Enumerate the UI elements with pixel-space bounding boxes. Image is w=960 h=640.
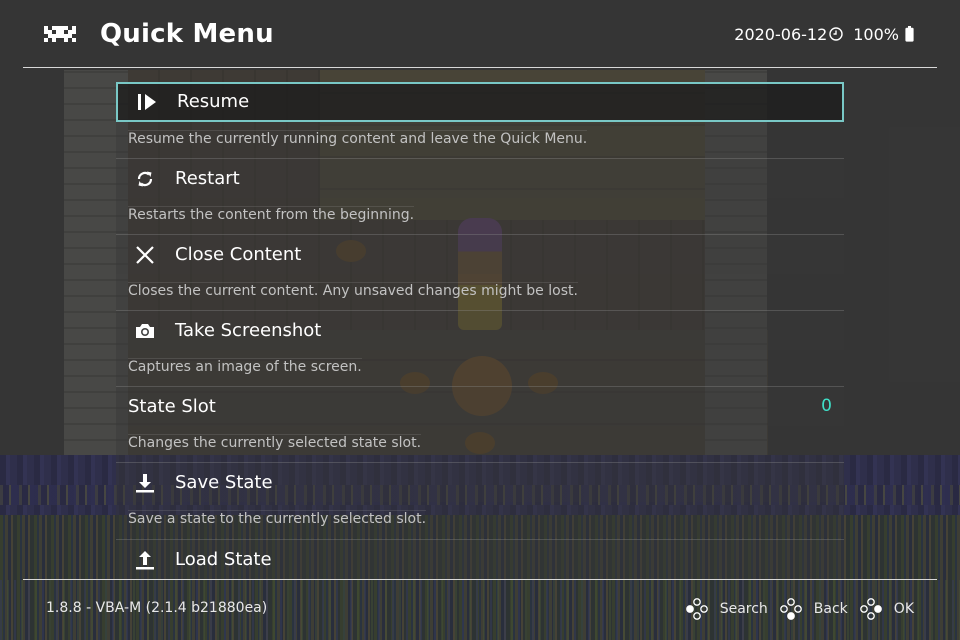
- menu-item-close-content[interactable]: Close Content Closes the current content…: [116, 234, 844, 310]
- menu-row[interactable]: Close Content: [116, 234, 844, 274]
- hint-label: Search: [719, 601, 768, 617]
- date-text: 2020-06-12: [734, 24, 828, 44]
- state-slot-value[interactable]: 0: [821, 396, 832, 416]
- menu-item-label: Resume: [177, 91, 250, 112]
- menu-item-restart[interactable]: Restart Restarts the content from the be…: [116, 158, 844, 234]
- menu-item-description: Changes the currently selected state slo…: [128, 434, 422, 451]
- menu-row-selected[interactable]: Resume: [116, 82, 844, 122]
- menu-row[interactable]: State Slot 0: [116, 386, 844, 426]
- menu-row[interactable]: Restart: [116, 158, 844, 198]
- menu-item-load-state[interactable]: Load State: [116, 539, 844, 579]
- menu-item-label: Load State: [175, 548, 272, 570]
- menu-item-description: Save a state to the currently selected s…: [128, 510, 427, 527]
- camera-icon: [134, 320, 156, 342]
- menu-item-take-screenshot[interactable]: Take Screenshot Captures an image of the…: [116, 310, 844, 386]
- hint-ok[interactable]: OK: [859, 598, 914, 620]
- menu-item-label: Restart: [175, 167, 240, 189]
- page-title: Quick Menu: [100, 19, 274, 49]
- retroarch-invader-logo: [44, 26, 76, 42]
- gamepad-buttons-icon: [859, 598, 882, 620]
- button-hints: Search Back OK: [674, 598, 914, 620]
- upload-icon: [134, 549, 156, 571]
- menu-item-description: Resume the currently running content and…: [128, 130, 588, 147]
- hint-back[interactable]: Back: [779, 598, 848, 620]
- header-divider: [23, 67, 937, 68]
- hint-label: OK: [893, 601, 914, 617]
- menu-item-label: Take Screenshot: [175, 319, 322, 341]
- menu-row[interactable]: Save State: [116, 462, 844, 502]
- footer-bar: 1.8.8 - VBA-M (2.1.4 b21880ea) Search Ba…: [0, 580, 960, 640]
- gamepad-buttons-icon: [685, 598, 708, 620]
- menu-row[interactable]: Load State: [116, 539, 844, 579]
- menu-item-resume[interactable]: Resume Resume the currently running cont…: [116, 82, 844, 158]
- menu-item-state-slot[interactable]: State Slot 0 Changes the currently selec…: [116, 386, 844, 462]
- menu-item-description: Captures an image of the screen.: [128, 358, 362, 375]
- menu-row[interactable]: Take Screenshot: [116, 310, 844, 350]
- battery-icon: [905, 26, 914, 42]
- core-version-text: 1.8.8 - VBA-M (2.1.4 b21880ea): [46, 600, 268, 616]
- restart-icon: [134, 168, 156, 190]
- menu-item-save-state[interactable]: Save State Save a state to the currently…: [116, 462, 844, 538]
- header-bar: Quick Menu 2020-06-12 100%: [0, 0, 960, 68]
- menu-item-label: Close Content: [175, 243, 302, 265]
- quick-menu-list: Resume Resume the currently running cont…: [116, 82, 844, 579]
- hint-search[interactable]: Search: [685, 598, 768, 620]
- clock-icon: [829, 27, 843, 41]
- menu-item-label: State Slot: [128, 395, 216, 417]
- menu-item-description: Closes the current content. Any unsaved …: [128, 282, 578, 299]
- hint-label: Back: [813, 601, 848, 617]
- download-icon: [134, 472, 156, 494]
- battery-percent: 100%: [853, 24, 899, 44]
- gamepad-buttons-icon: [779, 598, 802, 620]
- menu-item-label: Save State: [175, 471, 273, 493]
- status-area: 2020-06-12 100%: [734, 22, 914, 46]
- play-pause-icon: [136, 91, 158, 113]
- menu-item-description: Restarts the content from the beginning.: [128, 206, 415, 223]
- close-icon: [134, 244, 156, 266]
